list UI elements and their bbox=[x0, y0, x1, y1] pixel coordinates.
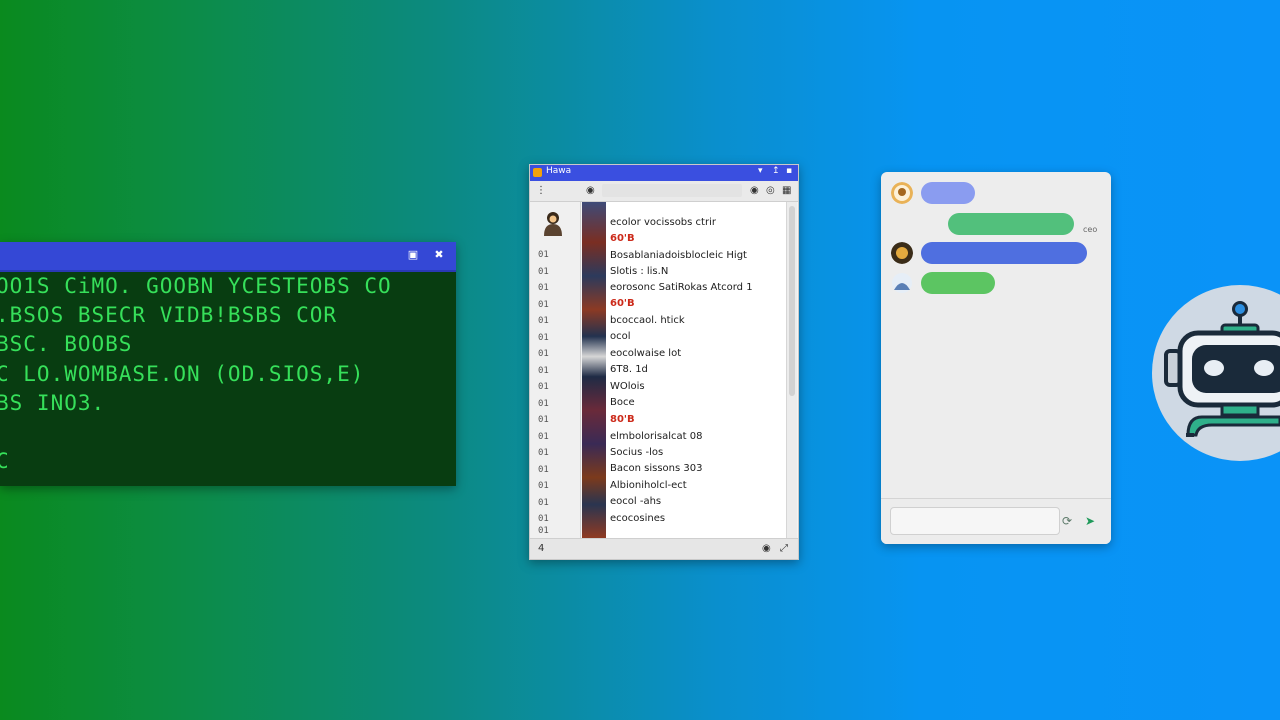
row-number: 01 bbox=[538, 250, 549, 260]
row-number: 01 bbox=[538, 399, 549, 409]
message-input[interactable] bbox=[890, 507, 1060, 535]
list-item[interactable]: eocolwaise lot bbox=[610, 348, 681, 359]
list-item[interactable]: Socius -los bbox=[610, 447, 663, 458]
terminal-line: BSC. BOOBS bbox=[0, 332, 133, 356]
row-number: 01 bbox=[538, 498, 549, 508]
chat-message-bubble[interactable] bbox=[921, 272, 995, 294]
grid-view-icon[interactable]: ▦ bbox=[782, 185, 791, 197]
list-item[interactable]: 6T8. 1d bbox=[610, 364, 648, 375]
attach-icon[interactable]: ⟳ bbox=[1062, 515, 1072, 527]
list-item[interactable]: elmbolorisalcat 08 bbox=[610, 431, 703, 442]
send-icon[interactable]: ➤ bbox=[1085, 515, 1095, 527]
row-number: 01 bbox=[538, 448, 549, 458]
app-icon bbox=[533, 168, 542, 177]
chat-message-bubble[interactable] bbox=[921, 182, 975, 204]
terminal-output[interactable]: OO1S CiMO. GOOBN YCESTEOBS CO .BSOS BSEC… bbox=[0, 272, 456, 486]
menu-icon[interactable]: ⋮ bbox=[536, 185, 546, 197]
user-avatar-icon bbox=[544, 212, 562, 236]
list-item[interactable]: ecolor vocissobs ctrir bbox=[610, 217, 716, 228]
expand-icon[interactable]: ⤢ bbox=[780, 543, 788, 554]
vertical-scrollbar[interactable] bbox=[786, 202, 797, 538]
row-number: 01 bbox=[538, 415, 549, 425]
list-item[interactable]: eorosonc SatiRokas Atcord 1 bbox=[610, 282, 753, 293]
row-number: 01 bbox=[538, 333, 549, 343]
browser-titlebar: Hawa ▾ ↥ ▪ bbox=[530, 165, 798, 181]
row-number: 01 bbox=[538, 349, 549, 359]
terminal-line: .BSOS BSECR VIDB!BSBS COR bbox=[0, 303, 338, 327]
row-number: 01 bbox=[538, 481, 549, 491]
window-close-icon[interactable]: ✖ bbox=[432, 249, 446, 261]
row-number: 01 bbox=[538, 526, 549, 536]
row-number: 01 bbox=[538, 267, 549, 277]
row-number: 01 bbox=[538, 382, 549, 392]
bot-avatar-icon bbox=[891, 242, 913, 264]
list-item[interactable]: WOlois bbox=[610, 381, 645, 392]
list-item[interactable]: Slotis : lis.N bbox=[610, 266, 668, 277]
chat-message-bubble[interactable] bbox=[948, 213, 1074, 235]
row-number-gutter: 01 01 01 01 01 01 01 01 01 01 01 01 01 0… bbox=[530, 202, 581, 538]
chat-composer: ⟳ ➤ bbox=[881, 498, 1111, 544]
robot-mascot-badge bbox=[1152, 285, 1280, 461]
row-number: 01 bbox=[538, 283, 549, 293]
zoom-icon[interactable]: ◉ bbox=[762, 543, 771, 554]
list-item[interactable]: eocol -ahs bbox=[610, 496, 661, 507]
list-item[interactable]: 60'B bbox=[610, 298, 635, 309]
list-item[interactable]: Bacon sissons 303 bbox=[610, 463, 702, 474]
back-icon[interactable]: ◉ bbox=[586, 185, 595, 197]
row-number: 01 bbox=[538, 465, 549, 475]
terminal-line: C LO.WOMBASE.ON (OD.SIOS,E) bbox=[0, 362, 365, 386]
close-icon[interactable]: ▪ bbox=[786, 166, 792, 176]
terminal-cursor-line: C bbox=[0, 449, 10, 473]
status-text: 4 bbox=[538, 543, 545, 554]
list-item[interactable]: Bosablaniadoisblocleic Higt bbox=[610, 250, 747, 261]
user-avatar-icon bbox=[891, 182, 913, 204]
terminal-line: OO1S CiMO. GOOBN YCESTEOBS CO bbox=[0, 274, 392, 298]
status-bar: 4 ◉ ⤢ bbox=[530, 538, 798, 559]
thumbnail-strip[interactable] bbox=[582, 202, 606, 538]
list-item[interactable]: ecocosines bbox=[610, 513, 665, 524]
message-meta: ceo bbox=[1083, 225, 1098, 234]
row-number: 01 bbox=[538, 514, 549, 524]
search-icon[interactable]: ◉ bbox=[750, 185, 759, 197]
terminal-window: ▣ ✖ OO1S CiMO. GOOBN YCESTEOBS CO .BSOS … bbox=[0, 242, 456, 486]
list-item[interactable]: Albioniholcl-ect bbox=[610, 480, 687, 491]
browser-title: Hawa bbox=[546, 166, 572, 176]
row-number: 01 bbox=[538, 300, 549, 310]
row-number: 01 bbox=[538, 432, 549, 442]
user-avatar-icon bbox=[892, 273, 912, 293]
window-tile-icon[interactable]: ▣ bbox=[406, 249, 420, 261]
chat-message-bubble[interactable] bbox=[921, 242, 1087, 264]
row-number: 01 bbox=[538, 366, 549, 376]
list-item[interactable]: Boce bbox=[610, 397, 635, 408]
scrollbar-thumb[interactable] bbox=[789, 206, 795, 396]
browser-toolbar: ⋮ ◉ ◎ ◉ ◎ ▦ bbox=[530, 181, 798, 202]
file-browser-window: Hawa ▾ ↥ ▪ ⋮ ◉ ◎ ◉ ◎ ▦ 01 01 01 01 01 01… bbox=[529, 164, 799, 560]
robot-icon bbox=[1164, 301, 1280, 437]
list-item[interactable]: 60'B bbox=[610, 233, 635, 244]
list-item[interactable]: ocol bbox=[610, 331, 631, 342]
pin-icon[interactable]: ↥ bbox=[772, 166, 780, 176]
terminal-line: BS INO3. bbox=[0, 391, 106, 415]
settings-icon[interactable]: ◎ bbox=[766, 185, 775, 197]
terminal-titlebar: ▣ ✖ bbox=[0, 242, 456, 272]
list-item[interactable]: 80'B bbox=[610, 414, 635, 425]
address-bar[interactable] bbox=[602, 184, 742, 197]
chat-panel: ceo ⟳ ➤ bbox=[881, 172, 1111, 544]
file-list: ecolor vocissobs ctrir 60'B Bosablaniado… bbox=[606, 202, 786, 538]
row-number: 01 bbox=[538, 316, 549, 326]
list-item[interactable]: bcoccaol. htick bbox=[610, 315, 685, 326]
minimize-icon[interactable]: ▾ bbox=[758, 166, 763, 176]
